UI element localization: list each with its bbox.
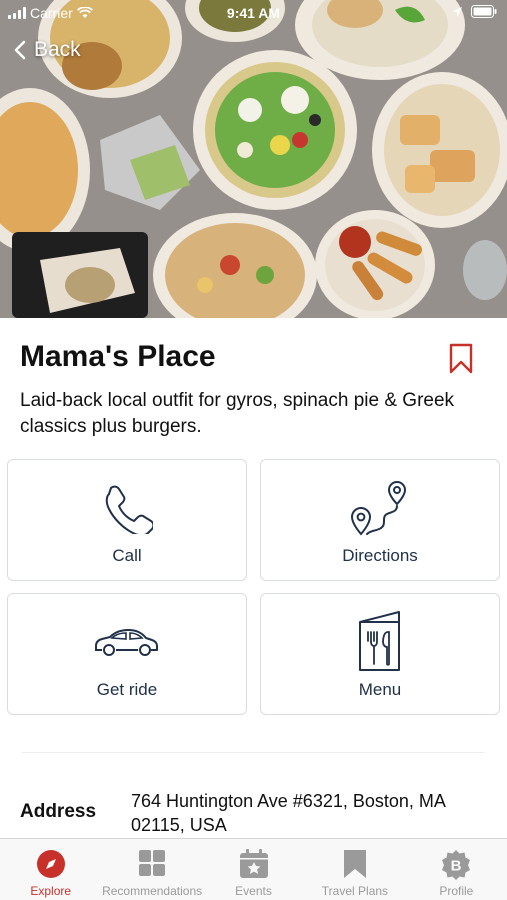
calendar-star-icon — [239, 849, 268, 878]
tab-bar: Explore Recommendations Events Travel Pl… — [0, 838, 507, 900]
back-button[interactable]: Back — [14, 38, 81, 62]
bookmark-icon[interactable] — [448, 343, 474, 375]
profile-badge-icon: B — [442, 850, 471, 880]
tab-recommendations-label: Recommendations — [102, 884, 203, 898]
directions-button[interactable]: Directions — [260, 459, 500, 581]
svg-text:B: B — [451, 858, 462, 875]
tab-recommendations[interactable]: Recommendations — [101, 839, 202, 900]
route-pins-icon — [350, 480, 407, 536]
back-label: Back — [34, 38, 81, 61]
call-button[interactable]: Call — [7, 459, 247, 581]
place-title: Mama's Place — [20, 340, 216, 373]
bookmark-icon — [343, 850, 366, 878]
tab-events-label: Events — [235, 884, 272, 898]
section-divider — [22, 752, 485, 753]
place-description: Laid-back local outfit for gyros, spinac… — [20, 390, 455, 437]
car-icon — [95, 629, 158, 656]
directions-label: Directions — [342, 546, 418, 565]
tab-travel-plans-label: Travel Plans — [321, 884, 389, 898]
status-bar: Carrier 9:41 AM — [0, 0, 507, 28]
menu-label: Menu — [358, 680, 402, 699]
battery-icon — [471, 5, 497, 18]
chevron-left-icon — [14, 40, 26, 60]
status-time: 9:41 AM — [226, 5, 281, 21]
call-label: Call — [112, 546, 142, 565]
get-ride-button[interactable]: Get ride — [7, 593, 247, 715]
tab-explore[interactable]: Explore — [0, 839, 101, 900]
tab-profile[interactable]: B Profile — [406, 839, 507, 900]
tab-explore-label: Explore — [30, 884, 72, 898]
compass-icon — [36, 850, 65, 878]
menu-button[interactable]: Menu — [260, 593, 500, 715]
address-label: Address — [20, 801, 97, 822]
phone-icon — [105, 485, 153, 534]
get-ride-label: Get ride — [96, 680, 158, 699]
menu-card-icon — [359, 611, 400, 671]
location-arrow-icon — [452, 6, 462, 17]
tab-events[interactable]: Events — [203, 839, 304, 900]
status-right — [451, 5, 497, 18]
tab-profile-label: Profile — [439, 884, 474, 898]
hero-food-photo: Carrier 9:41 AM Back — [0, 0, 507, 318]
grid-icon — [139, 850, 166, 876]
address-value[interactable]: 764 Huntington Ave #6321, Boston, MA 021… — [131, 789, 491, 837]
tab-travel-plans[interactable]: Travel Plans — [304, 839, 405, 900]
